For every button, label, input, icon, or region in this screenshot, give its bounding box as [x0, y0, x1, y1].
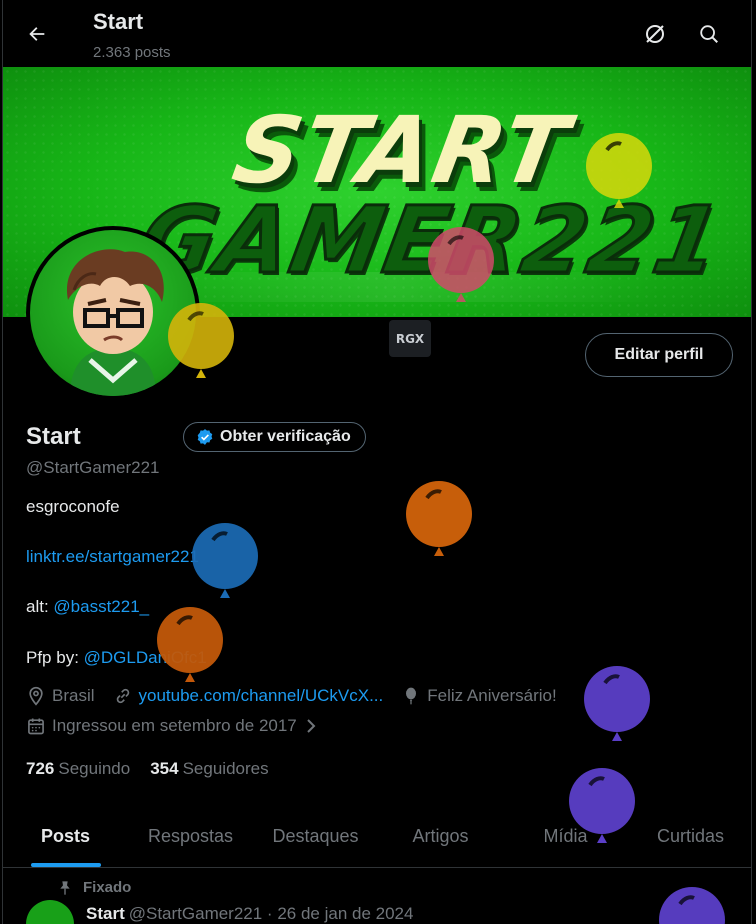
bio-link[interactable]: linktr.ee/startgamer221 — [26, 547, 199, 567]
display-name: Start — [26, 423, 81, 450]
back-arrow-icon — [29, 27, 45, 41]
pfp-label: Pfp by: — [26, 648, 84, 667]
following-link[interactable]: 726 Seguindo — [26, 759, 130, 779]
link-icon — [116, 688, 129, 704]
profile-meta-row: Brasil youtube.com/channel/UCkVcX... Fel… — [26, 686, 575, 706]
balloon-decoration-orange-2 — [157, 607, 223, 682]
birthday-text: Feliz Aniversário! — [427, 686, 557, 705]
balloon-decoration-purple-2 — [569, 768, 635, 843]
edit-profile-button[interactable]: Editar perfil — [585, 333, 733, 377]
joined-item: Ingressou em setembro de 2017 — [26, 716, 319, 736]
balloon-decoration-yellow-2 — [168, 303, 234, 378]
followers-label: Seguidores — [182, 759, 269, 778]
bio-alt-line: alt: @basst221_ — [26, 597, 149, 617]
balloon-decoration-orange-1 — [406, 481, 472, 556]
search-icon — [700, 25, 718, 43]
search-button[interactable] — [695, 20, 723, 48]
joined-row[interactable]: Ingressou em setembro de 2017 — [26, 716, 337, 736]
pin-icon — [60, 880, 70, 895]
balloon-decoration-purple-1 — [584, 666, 650, 741]
pinned-indicator: Fixado — [57, 879, 131, 896]
tab-replies[interactable]: Respostas — [128, 806, 253, 867]
birthday-item: Feliz Aniversário! — [401, 686, 557, 706]
page-title: Start — [93, 9, 144, 34]
location-item: Brasil — [26, 686, 95, 706]
post-avatar[interactable] — [26, 900, 74, 924]
post-author[interactable]: Start — [86, 904, 125, 923]
followers-link[interactable]: 354 Seguidores — [150, 759, 268, 779]
balloon-decoration-yellow-1 — [586, 133, 652, 208]
profile-tabs: Posts Respostas Destaques Artigos Mídia … — [3, 806, 751, 868]
get-verified-button[interactable]: Obter verificação — [183, 422, 366, 452]
top-bar: Start 2.363 posts — [3, 0, 751, 66]
website-item: youtube.com/channel/UCkVcX... — [113, 686, 383, 706]
tab-likes[interactable]: Curtidas — [628, 806, 751, 867]
alt-label: alt: — [26, 597, 54, 616]
balloon-icon — [406, 687, 417, 705]
following-label: Seguindo — [58, 759, 131, 778]
alt-handle-link[interactable]: @basst221_ — [53, 597, 149, 616]
followers-count: 354 — [150, 759, 179, 778]
balloon-decoration-pink — [428, 227, 494, 302]
location-text: Brasil — [52, 686, 95, 705]
calendar-icon — [28, 718, 44, 735]
tab-articles[interactable]: Artigos — [378, 806, 503, 867]
rgx-badge: RGX — [389, 320, 431, 357]
grok-button[interactable] — [641, 20, 669, 48]
back-button[interactable] — [21, 18, 53, 50]
post-meta: @StartGamer221 · 26 de jan de 2024 — [128, 904, 414, 923]
post-count: 2.363 posts — [93, 44, 171, 61]
balloon-decoration-blue — [192, 523, 258, 598]
pinned-label: Fixado — [83, 879, 132, 896]
tab-posts[interactable]: Posts — [3, 806, 128, 867]
get-verified-label: Obter verificação — [220, 428, 351, 445]
following-count: 726 — [26, 759, 55, 778]
tab-highlights[interactable]: Destaques — [253, 806, 378, 867]
bio-text: esgroconofe — [26, 497, 120, 516]
banner-title-start: START — [225, 97, 578, 204]
chevron-right-icon — [307, 719, 316, 733]
user-handle: @StartGamer221 — [26, 458, 160, 477]
profile-page: Start 2.363 posts START GAMER221 RGX Edi… — [2, 0, 752, 924]
location-icon — [29, 686, 43, 706]
follow-stats: 726 Seguindo 354 Seguidores — [26, 759, 269, 779]
balloon-decoration-purple-3 — [659, 887, 725, 924]
joined-text: Ingressou em setembro de 2017 — [52, 716, 297, 735]
grok-icon — [646, 25, 664, 43]
post-header: Start @StartGamer221 · 26 de jan de 2024 — [86, 904, 413, 924]
verified-badge-icon — [197, 429, 213, 445]
